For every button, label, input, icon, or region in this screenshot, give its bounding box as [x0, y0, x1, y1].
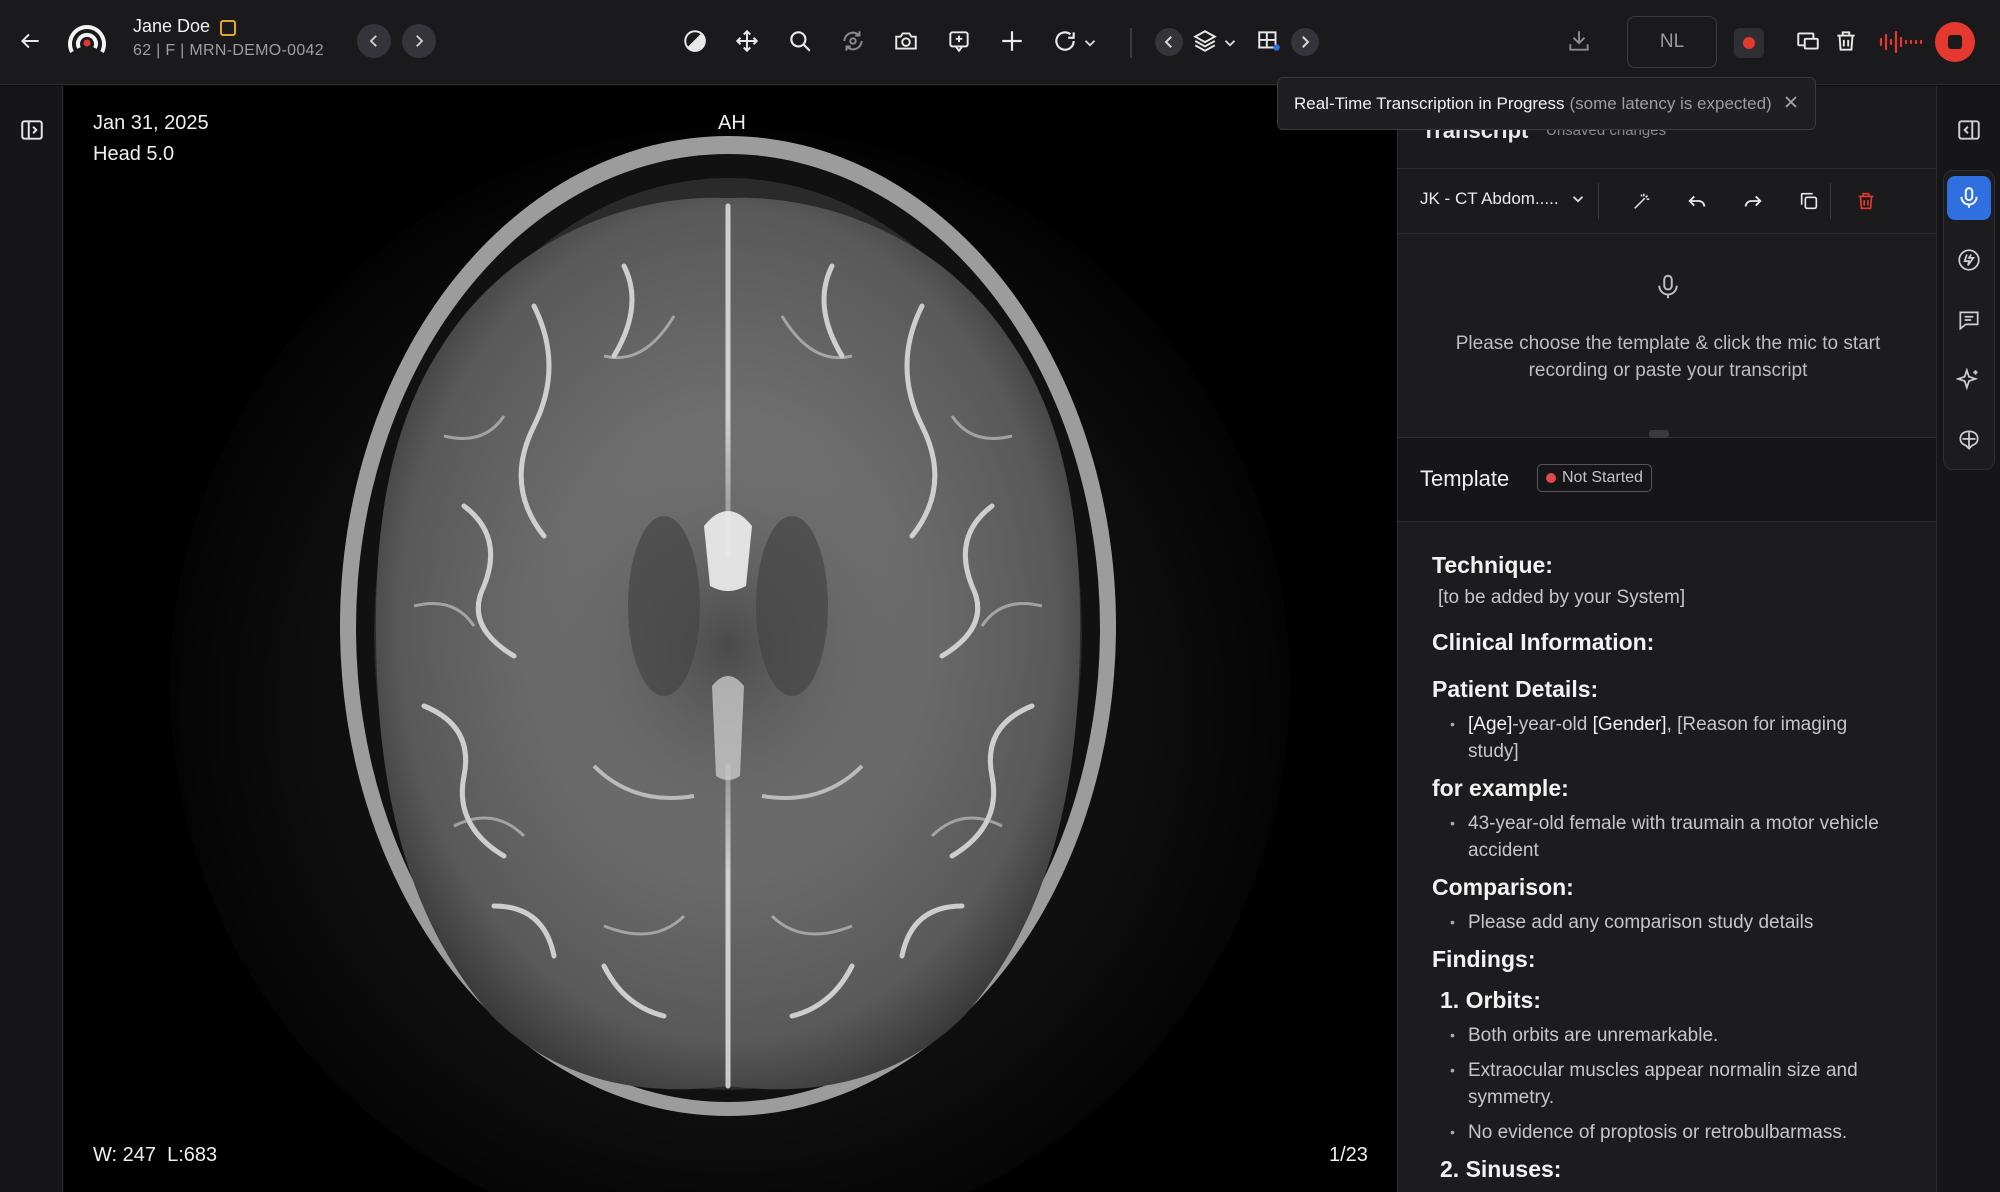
pan-icon[interactable] — [725, 19, 769, 63]
right-rail — [1936, 86, 2000, 1192]
series-label: Head 5.0 — [93, 143, 175, 165]
brain-icon[interactable] — [1947, 418, 1991, 462]
magic-wand-icon[interactable] — [1620, 179, 1664, 223]
toast-note: (some latency is expected) — [1569, 93, 1772, 113]
sinuses-heading: 2. Sinuses: — [1440, 1156, 1562, 1182]
layout-icon[interactable] — [1247, 19, 1291, 63]
mri-brain-image — [170, 126, 1290, 1192]
crosshair-icon[interactable] — [990, 19, 1034, 63]
contrast-icon[interactable] — [673, 19, 717, 63]
divider — [1830, 183, 1831, 219]
transcript-empty-state[interactable]: Please choose the template & click the m… — [1398, 234, 1936, 438]
sparkle-icon[interactable] — [1947, 358, 1991, 402]
chevron-down-icon[interactable] — [1081, 34, 1099, 52]
panel-collapse-icon[interactable] — [1947, 108, 1991, 152]
record-dot-icon — [1743, 37, 1755, 49]
template-select-value: JK - CT Abdom..... — [1420, 189, 1559, 208]
patient-info: Jane Doe 62 | F | MRN-DEMO-0042 — [133, 16, 324, 60]
next-series-button[interactable] — [1291, 28, 1319, 56]
image-viewer[interactable]: Jan 31, 2025 Head 5.0 AH W: 247 L:683 1/… — [64, 86, 1397, 1192]
sidebar-toggle-icon[interactable] — [10, 108, 54, 152]
comparison-heading: Comparison: — [1432, 874, 1574, 900]
back-arrow-icon[interactable] — [8, 19, 52, 63]
undo-icon[interactable] — [1675, 179, 1719, 223]
list-item: Both orbits are unremarkable. — [1432, 1022, 1903, 1049]
divider — [1130, 28, 1132, 58]
list-item: [Age]-year-old [Gender], [Reason for ima… — [1432, 711, 1903, 765]
transcript-toolbar: JK - CT Abdom..... — [1398, 168, 1936, 234]
technique-text: [to be added by your System] — [1438, 587, 1686, 608]
annotate-icon[interactable] — [937, 19, 981, 63]
top-bar: Jane Doe 62 | F | MRN-DEMO-0042 NL — [0, 0, 2000, 85]
patient-details-heading: Patient Details: — [1432, 676, 1599, 702]
orbits-list: Both orbits are unremarkable. Extraocula… — [1432, 1022, 1903, 1146]
clinical-heading: Clinical Information: — [1432, 629, 1655, 655]
list-item: 43-year-old female with traumain a motor… — [1432, 810, 1903, 864]
template-header: Template Not Started — [1398, 438, 1936, 522]
chevron-down-icon — [1572, 196, 1583, 203]
list-item: Please add any comparison study details — [1432, 909, 1903, 936]
patient-meta: 62 | F | MRN-DEMO-0042 — [133, 42, 324, 59]
empty-message: Please choose the template & click the m… — [1455, 333, 1881, 381]
template-select[interactable]: JK - CT Abdom..... — [1420, 189, 1587, 209]
mic-icon[interactable] — [1947, 176, 1991, 220]
template-label: Template — [1420, 466, 1510, 491]
mic-icon — [1653, 270, 1683, 304]
prev-patient-button[interactable] — [357, 24, 391, 58]
delete-icon[interactable] — [1844, 179, 1888, 223]
findings-heading: Findings: — [1432, 946, 1536, 972]
list-item: Extraocular muscles appear normalin size… — [1432, 1057, 1903, 1111]
list-item: No evidence of proptosis or retrobulbarm… — [1432, 1119, 1903, 1146]
rotate-3d-icon[interactable] — [831, 19, 875, 63]
transcript-panel: Transcript Unsaved changes JK - CT Abdom… — [1397, 86, 1936, 1192]
app-logo — [64, 16, 110, 62]
orbits-heading: 1. Orbits: — [1440, 987, 1541, 1013]
waveform-icon — [1878, 26, 1924, 58]
orientation-marker: AH — [718, 112, 746, 134]
example-heading: for example: — [1432, 775, 1569, 801]
redo-icon[interactable] — [1731, 179, 1775, 223]
chevron-down-icon[interactable] — [1221, 34, 1239, 52]
language-button[interactable]: NL — [1627, 16, 1717, 68]
ai-assist-icon[interactable] — [1947, 238, 1991, 282]
trash-icon[interactable] — [1824, 19, 1868, 63]
transcription-toast: Real-Time Transcription in Progress (som… — [1277, 77, 1816, 130]
status-dot-icon — [1546, 473, 1556, 483]
prev-series-button[interactable] — [1155, 28, 1183, 56]
chat-icon[interactable] — [1947, 298, 1991, 342]
copy-icon[interactable] — [1787, 179, 1831, 223]
resize-handle[interactable] — [1649, 430, 1669, 438]
report-editor[interactable]: Technique: [to be added by your System] … — [1398, 522, 1936, 1192]
close-icon[interactable] — [1781, 92, 1801, 112]
status-badge: Not Started — [1537, 464, 1652, 492]
frame-counter: 1/23 — [1329, 1144, 1368, 1166]
status-text: Not Started — [1562, 469, 1643, 486]
camera-icon[interactable] — [884, 19, 928, 63]
record-indicator[interactable] — [1734, 28, 1764, 58]
flag-icon[interactable] — [220, 19, 237, 36]
toast-title: Real-Time Transcription in Progress — [1294, 93, 1565, 113]
patient-details-list: [Age]-year-old [Gender], [Reason for ima… — [1432, 711, 1903, 765]
divider — [1598, 183, 1599, 219]
comparison-list: Please add any comparison study details — [1432, 909, 1903, 936]
study-date: Jan 31, 2025 — [93, 112, 209, 134]
stop-icon — [1948, 35, 1962, 49]
stop-recording-button[interactable] — [1935, 22, 1975, 62]
download-icon[interactable] — [1557, 19, 1601, 63]
zoom-icon[interactable] — [778, 19, 822, 63]
technique-heading: Technique: — [1432, 552, 1553, 578]
window-level: W: 247 L:683 — [93, 1144, 218, 1166]
patient-name: Jane Doe — [133, 16, 211, 36]
example-list: 43-year-old female with traumain a motor… — [1432, 810, 1903, 864]
left-rail — [0, 86, 63, 1192]
next-patient-button[interactable] — [402, 24, 436, 58]
